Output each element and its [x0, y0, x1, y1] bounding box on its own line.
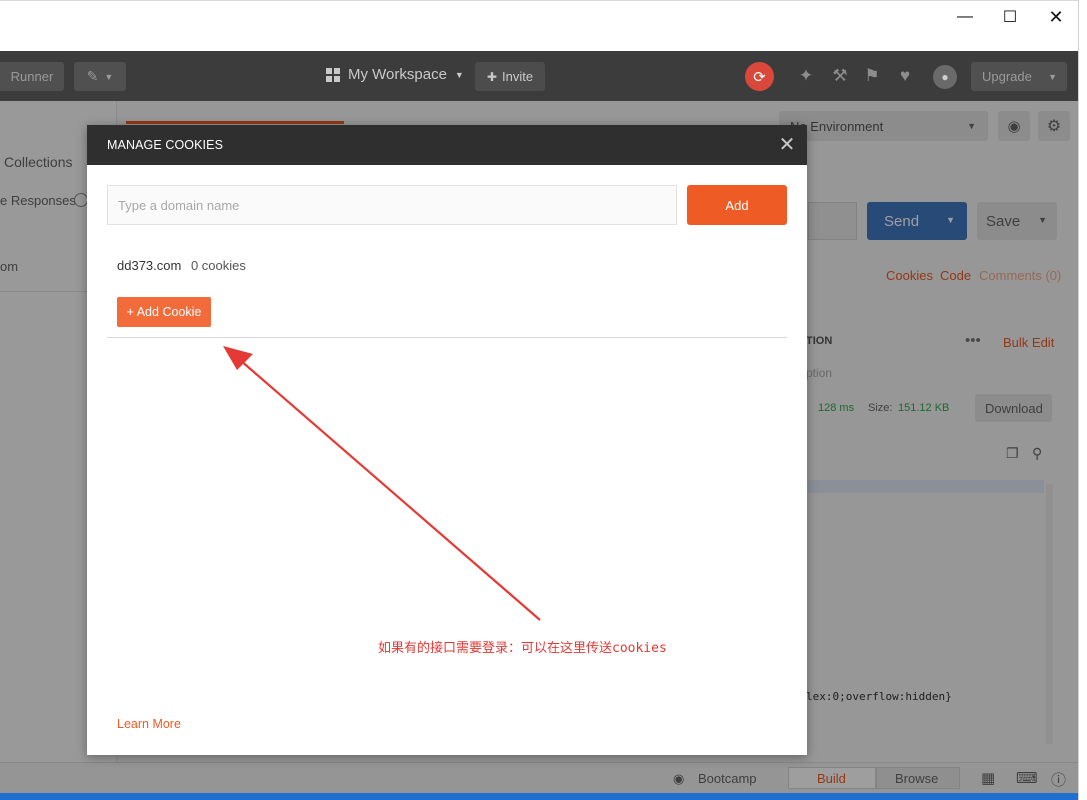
invite-label: Invite	[501, 69, 534, 84]
modal-title: MANAGE COOKIES	[107, 138, 224, 152]
add-user-icon: ✚	[486, 69, 497, 84]
domain-input[interactable]	[107, 185, 677, 225]
add-domain-button[interactable]: Add	[687, 185, 787, 225]
window-titlebar: — ☐ ✕	[0, 0, 1078, 51]
new-tab-dropdown-button[interactable]: ✎ ▼	[74, 62, 126, 91]
satellite-icon[interactable]: ✦	[795, 65, 817, 87]
close-window-icon[interactable]: ✕	[1041, 7, 1071, 27]
add-cookie-button[interactable]: + Add Cookie	[117, 297, 211, 327]
invite-button[interactable]: ✚ Invite	[475, 62, 545, 91]
os-taskbar	[0, 793, 1078, 800]
workspace-label: My Workspace	[348, 66, 447, 83]
learn-more-link[interactable]: Learn More	[117, 717, 181, 731]
upgrade-button[interactable]: Upgrade ▼	[971, 62, 1067, 91]
manage-cookies-modal: MANAGE COOKIES ✕ Add dd373.com 0 cookies…	[87, 125, 807, 755]
heart-icon[interactable]: ♥	[894, 65, 916, 87]
chevron-down-icon: ▼	[104, 71, 114, 82]
bell-icon[interactable]: ⚑	[861, 65, 883, 87]
adjacent-window-strip	[1078, 0, 1087, 800]
grid-icon	[326, 67, 340, 82]
avatar[interactable]: ●	[933, 65, 957, 89]
domain-name[interactable]: dd373.com	[117, 258, 181, 273]
wrench-icon[interactable]: ⚒	[829, 65, 851, 87]
caret-down-icon: ▼	[454, 69, 464, 80]
modal-header: MANAGE COOKIES ✕	[87, 125, 807, 165]
workspace-switcher[interactable]: My Workspace ▼	[326, 66, 464, 83]
annotation-text: 如果有的接口需要登录：可以在这里传送cookies	[378, 641, 667, 656]
sync-icon[interactable]: ⟳	[745, 62, 774, 91]
divider	[107, 337, 787, 338]
new-window-icon: ✎	[86, 68, 99, 84]
app-header: Runner ✎ ▼ My Workspace ▼ ✚ Invite ⟳ ✦ ⚒…	[0, 51, 1078, 101]
cookie-count: 0 cookies	[190, 258, 246, 273]
runner-button[interactable]: Runner	[0, 62, 64, 91]
maximize-icon[interactable]: ☐	[995, 7, 1025, 27]
minimize-icon[interactable]: —	[950, 7, 980, 27]
close-icon[interactable]: ✕	[775, 133, 799, 157]
runner-label: Runner	[10, 69, 54, 84]
chevron-down-icon: ▼	[1048, 71, 1057, 82]
upgrade-label: Upgrade	[982, 69, 1032, 84]
domain-row: dd373.com 0 cookies	[117, 258, 246, 273]
